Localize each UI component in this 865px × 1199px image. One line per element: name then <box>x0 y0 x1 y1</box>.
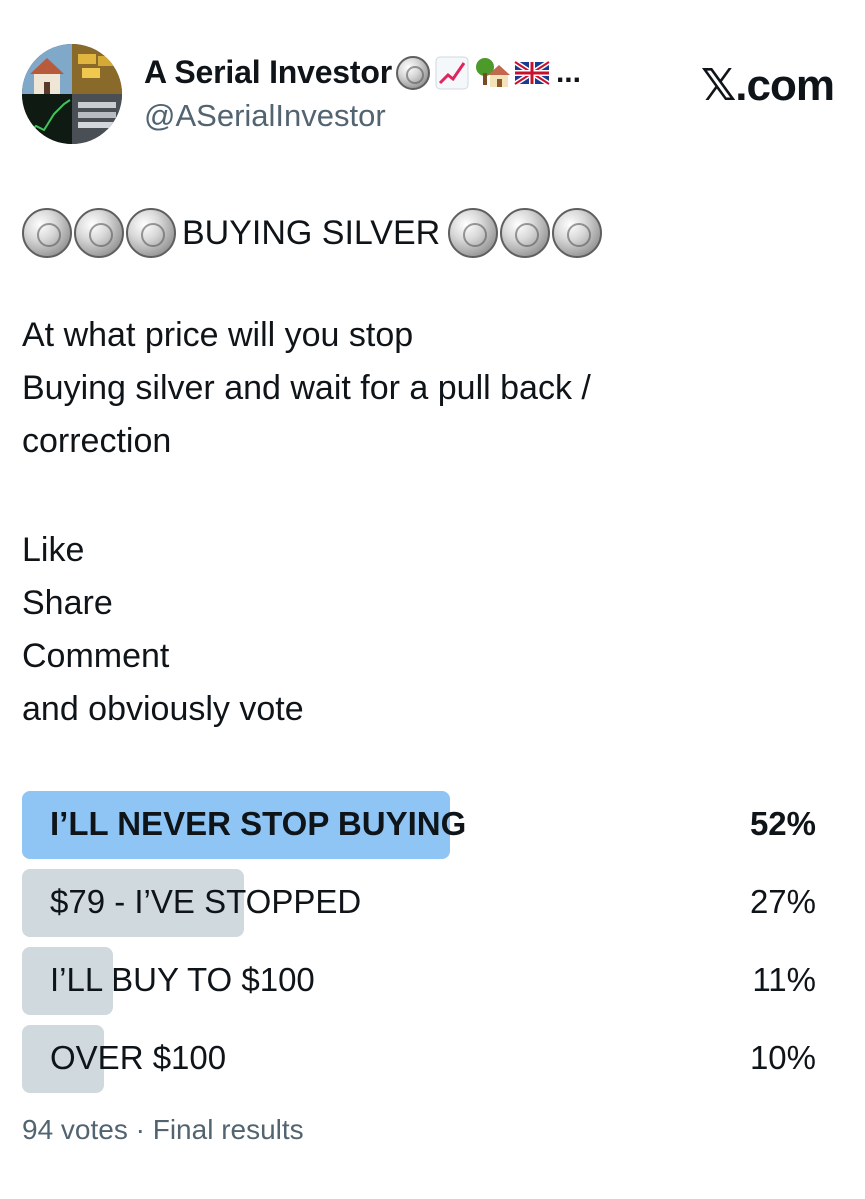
poll-option-label: I’LL NEVER STOP BUYING <box>50 805 467 842</box>
cta-line: Share <box>22 584 113 622</box>
poll-option: OVER $100 10% <box>22 1025 822 1093</box>
author-display-name[interactable]: A Serial Investor <box>144 54 392 91</box>
poll-option-percent: 27% <box>749 883 816 920</box>
cta-line: and obviously vote <box>22 690 304 728</box>
poll-option: I’LL BUY TO $100 11% <box>22 947 822 1015</box>
name-truncation: ... <box>555 55 581 89</box>
poll-option-label: $79 - I’VE STOPPED <box>50 883 362 920</box>
post-title-row: BUYING SILVER <box>22 208 604 258</box>
cta-line: Comment <box>22 637 170 675</box>
chart-increasing-icon <box>435 56 469 89</box>
poll-option: I’LL NEVER STOP BUYING 52% <box>22 791 822 859</box>
silver-coin-icon <box>74 208 124 258</box>
post-body-line: correction <box>22 422 172 460</box>
poll-footer: 94 votes · Final results <box>22 1114 304 1145</box>
poll-option-percent: 10% <box>749 1039 816 1076</box>
post-title: BUYING SILVER <box>182 213 441 252</box>
poll-option: $79 - I’VE STOPPED 27% <box>22 869 822 937</box>
avatar[interactable] <box>22 44 122 144</box>
cta-line: Like <box>22 531 85 569</box>
author-name-row[interactable]: A Serial Investor ... <box>144 54 581 91</box>
uk-flag-icon <box>513 59 550 86</box>
poll-option-percent: 52% <box>749 805 816 842</box>
post-body: At what price will you stop Buying silve… <box>22 309 591 468</box>
x-brand-logo: 𝕏.com <box>700 61 835 110</box>
silver-coin-icon <box>395 55 430 90</box>
post-call-to-action: Like Share Comment and obviously vote <box>22 524 304 736</box>
author-handle[interactable]: @ASerialInvestor <box>144 98 386 134</box>
silver-coin-icon <box>500 208 551 258</box>
silver-coin-icon <box>448 208 499 258</box>
poll-option-label: I’LL BUY TO $100 <box>50 961 315 998</box>
post-header: A Serial Investor ... @ASerialInvestor 𝕏… <box>22 44 842 148</box>
silver-coin-icon <box>22 208 72 258</box>
house-with-garden-icon <box>475 57 510 87</box>
post-body-line: At what price will you stop <box>22 316 414 354</box>
poll: I’LL NEVER STOP BUYING 52% $79 - I’VE ST… <box>22 791 822 1103</box>
poll-option-label: OVER $100 <box>50 1039 227 1076</box>
poll-option-percent: 11% <box>752 961 816 998</box>
silver-coin-icon <box>552 208 603 258</box>
silver-coin-icon <box>126 208 176 258</box>
post-body-line: Buying silver and wait for a pull back / <box>22 369 591 407</box>
